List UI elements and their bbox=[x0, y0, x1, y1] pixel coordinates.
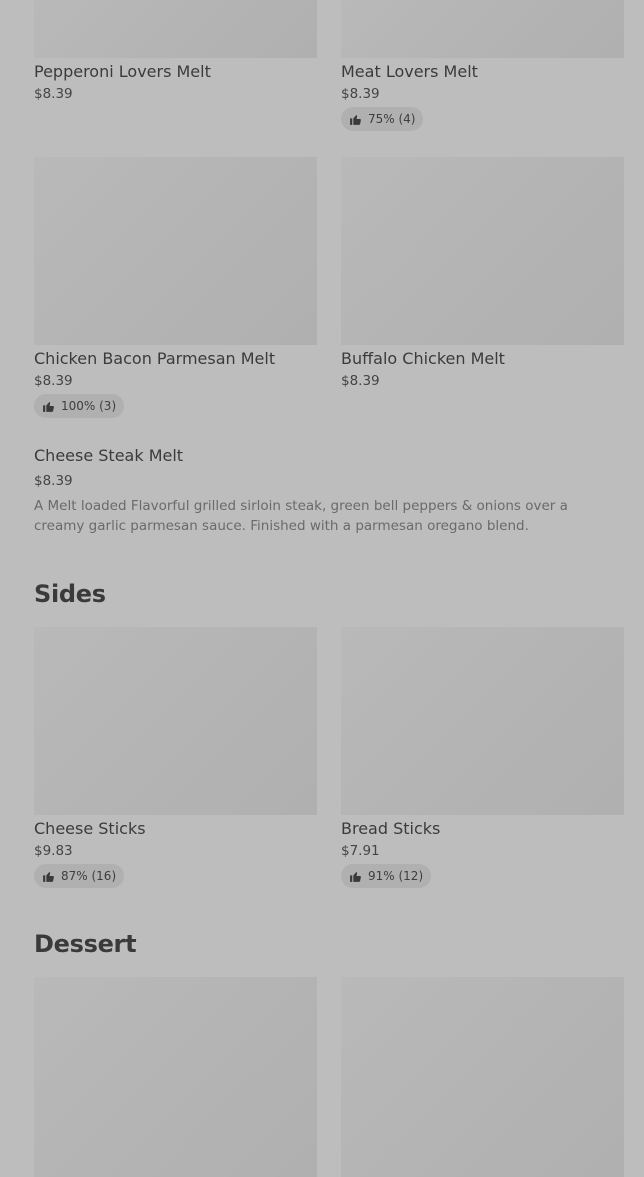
rating-text: 100% (3) bbox=[61, 399, 117, 413]
item-image bbox=[34, 0, 317, 58]
menu-item-featured[interactable]: Cheese Steak Melt $8.39 A Melt loaded Fl… bbox=[34, 442, 614, 536]
thumbs-up-icon bbox=[350, 114, 361, 125]
menu-grid-dessert bbox=[34, 977, 624, 1177]
rating-badge: 75% (4) bbox=[341, 107, 424, 131]
item-image bbox=[341, 627, 624, 815]
item-price: $8.39 bbox=[341, 373, 380, 389]
item-name: Pepperoni Lovers Melt bbox=[34, 62, 211, 81]
thumbs-up-icon bbox=[43, 401, 54, 412]
menu-grid-melts-top: Pepperoni Lovers Melt $8.39 Meat Lovers … bbox=[34, 0, 624, 131]
menu-item-card[interactable] bbox=[341, 977, 624, 1177]
item-price: $8.39 bbox=[341, 86, 380, 102]
item-image bbox=[34, 977, 317, 1177]
item-name: Bread Sticks bbox=[341, 819, 441, 838]
thumbs-up-icon bbox=[43, 871, 54, 882]
item-image bbox=[341, 157, 624, 345]
menu-item-card[interactable]: Bread Sticks $7.91 91% (12) bbox=[341, 627, 624, 888]
menu-grid-melts: Chicken Bacon Parmesan Melt $8.39 100% (… bbox=[34, 157, 624, 418]
menu-item-card[interactable]: Meat Lovers Melt $8.39 75% (4) bbox=[341, 0, 624, 131]
rating-badge: 87% (16) bbox=[34, 864, 125, 888]
item-price: $8.39 bbox=[34, 86, 73, 102]
rating-badge: 91% (12) bbox=[341, 864, 432, 888]
item-image bbox=[341, 0, 624, 58]
item-name: Chicken Bacon Parmesan Melt bbox=[34, 349, 276, 368]
section-title-sides: Sides bbox=[34, 580, 106, 608]
item-image bbox=[34, 157, 317, 345]
thumbs-up-icon bbox=[350, 871, 361, 882]
rating-text: 75% (4) bbox=[368, 112, 416, 126]
rating-text: 87% (16) bbox=[61, 869, 117, 883]
menu-item-card[interactable]: Cheese Sticks $9.83 87% (16) bbox=[34, 627, 317, 888]
rating-badge: 100% (3) bbox=[34, 394, 125, 418]
item-price: $9.83 bbox=[34, 843, 73, 859]
item-name: Cheese Sticks bbox=[34, 819, 146, 838]
menu-item-card[interactable]: Buffalo Chicken Melt $8.39 bbox=[341, 157, 624, 418]
item-name: Buffalo Chicken Melt bbox=[341, 349, 505, 368]
section-title-dessert: Dessert bbox=[34, 930, 137, 958]
menu-item-card[interactable]: Pepperoni Lovers Melt $8.39 bbox=[34, 0, 317, 131]
item-price: $8.39 bbox=[34, 373, 73, 389]
menu-item-card[interactable] bbox=[34, 977, 317, 1177]
item-name: Meat Lovers Melt bbox=[341, 62, 478, 81]
menu-item-card[interactable]: Chicken Bacon Parmesan Melt $8.39 100% (… bbox=[34, 157, 317, 418]
item-description: A Melt loaded Flavorful grilled sirloin … bbox=[34, 498, 568, 534]
item-price: $7.91 bbox=[341, 843, 380, 859]
rating-text: 91% (12) bbox=[368, 869, 424, 883]
item-image bbox=[341, 977, 624, 1177]
menu-grid-sides: Cheese Sticks $9.83 87% (16) Bread Stick… bbox=[34, 627, 624, 888]
item-price: $8.39 bbox=[34, 473, 73, 489]
item-image bbox=[34, 627, 317, 815]
item-name: Cheese Steak Melt bbox=[34, 446, 184, 465]
